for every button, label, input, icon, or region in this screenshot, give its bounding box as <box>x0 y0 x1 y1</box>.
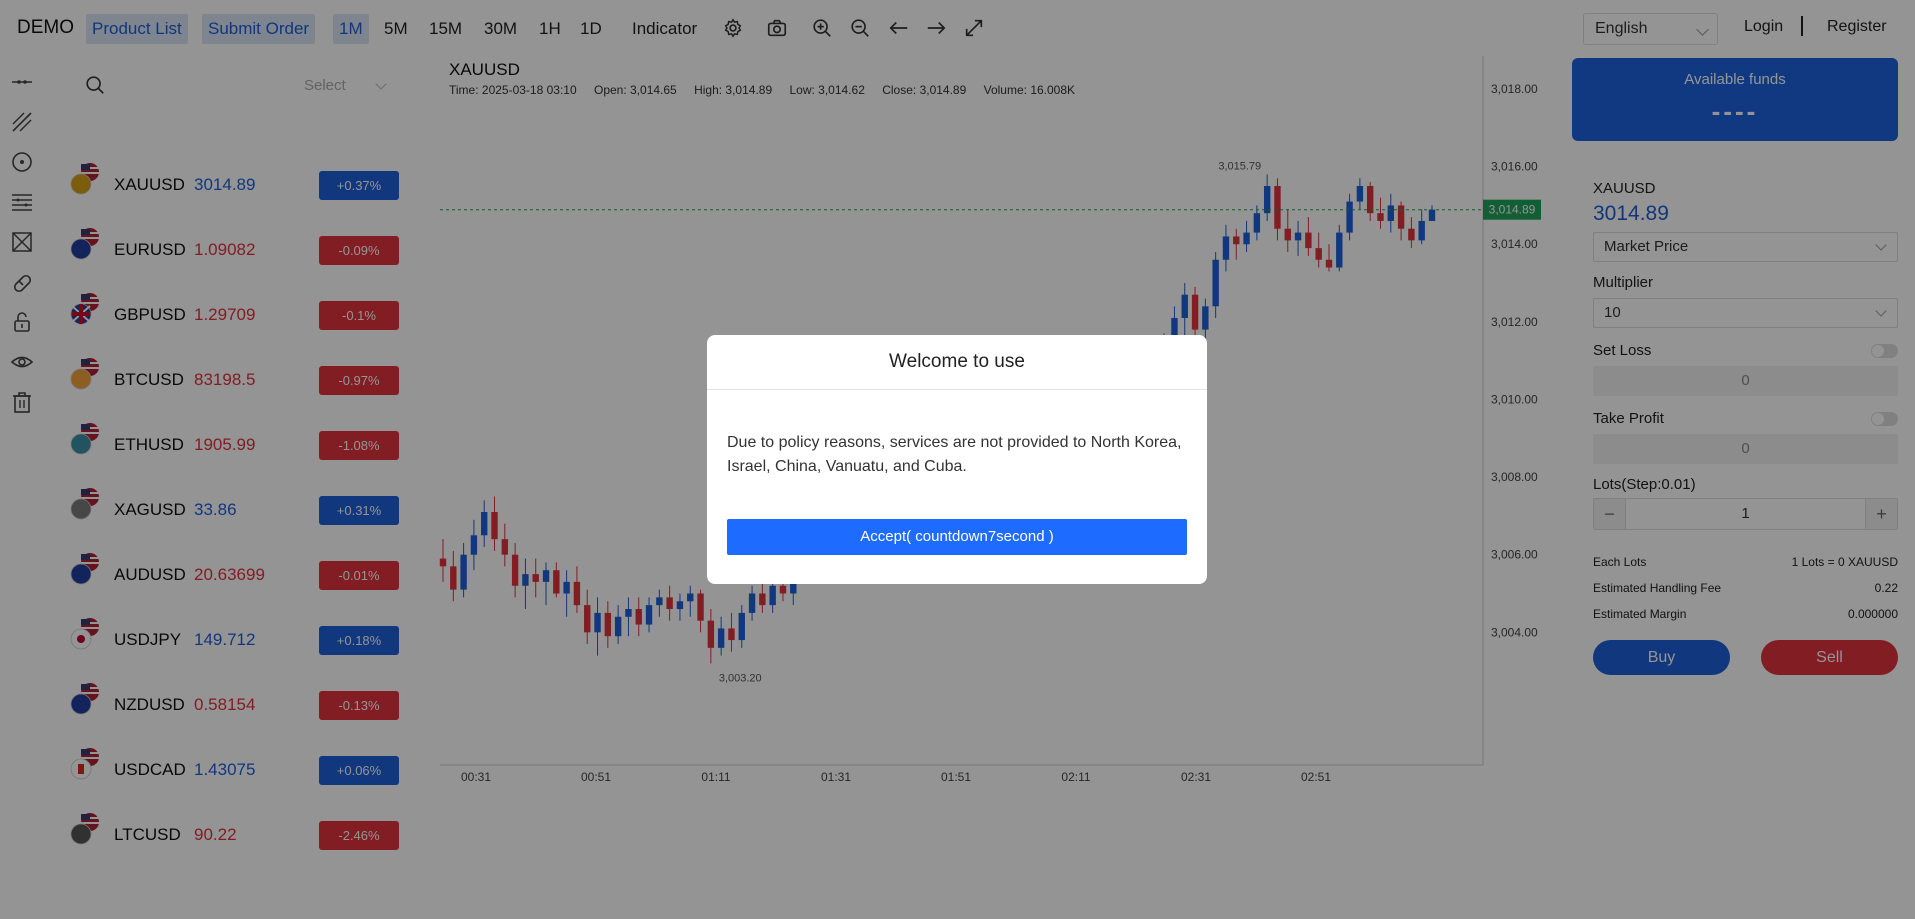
modal-message: Due to policy reasons, services are not … <box>727 434 1182 475</box>
welcome-modal: Welcome to use Due to policy reasons, se… <box>707 335 1207 584</box>
accept-button[interactable]: Accept( countdown7second ) <box>727 519 1187 555</box>
modal-title: Welcome to use <box>889 351 1025 372</box>
modal-divider <box>707 389 1207 390</box>
